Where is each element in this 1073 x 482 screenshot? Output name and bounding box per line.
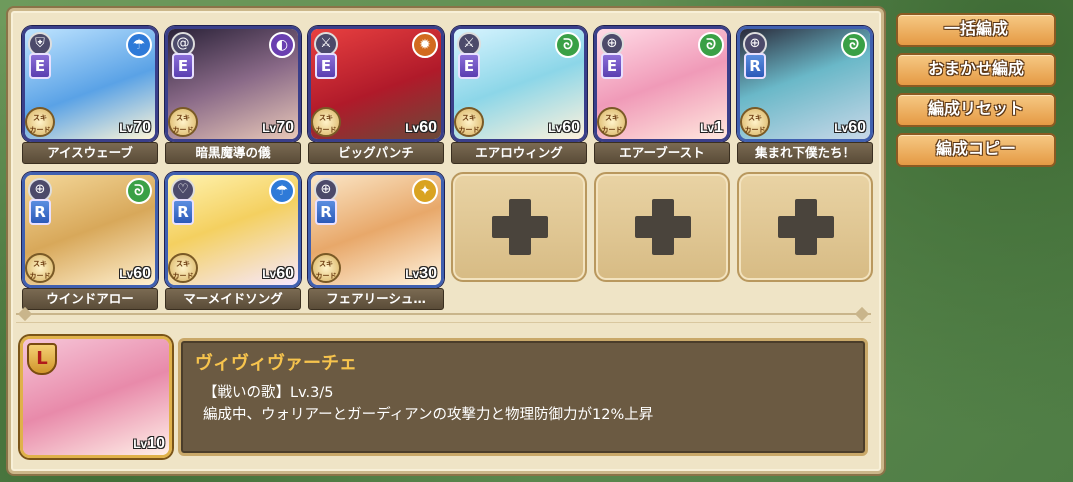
skill-card-badge: スキ カード: [168, 253, 198, 283]
empty-slot[interactable]: [451, 172, 587, 282]
character-card[interactable]: @ E ◐ スキ カード Lv70: [165, 26, 301, 142]
character-card[interactable]: ⊕ R ᘐ スキ カード Lv60: [22, 172, 158, 288]
member-slot-1[interactable]: ⛨ E ☂ スキ カード Lv70 アイスウェーブ: [22, 26, 158, 166]
rank-badge: R: [172, 199, 194, 225]
water-icon: ☂: [126, 32, 152, 58]
leader-skill-title: 【戦いの歌】Lv.3/5: [203, 385, 334, 401]
wind-icon: ᘐ: [841, 32, 867, 58]
level-label: Lv60: [119, 265, 151, 282]
reset-formation-button[interactable]: 編成リセット: [896, 93, 1056, 127]
leader-skill-description: 編成中、ウォリアーとガーディアンの攻撃力と物理防御力が12%上昇: [203, 407, 654, 423]
auto-formation-button[interactable]: おまかせ編成: [896, 53, 1056, 87]
leader-level-label: Lv10: [133, 435, 165, 452]
member-name: 暗黒魔導の儀: [165, 142, 301, 164]
wind-icon: ᘐ: [126, 178, 152, 204]
wind-icon: ᘐ: [555, 32, 581, 58]
water-icon: ☂: [269, 178, 295, 204]
rank-badge: E: [172, 53, 194, 79]
member-name: アイスウェーブ: [22, 142, 158, 164]
member-name: マーメイドソング: [165, 288, 301, 310]
member-name: ビッグパンチ: [308, 142, 444, 164]
character-card[interactable]: ⊕ R ᘐ スキ カード Lv60: [737, 26, 873, 142]
skill-card-badge: スキ カード: [25, 253, 55, 283]
level-label: Lv60: [405, 119, 437, 136]
skill-card-badge: スキ カード: [311, 253, 341, 283]
skill-card-badge: スキ カード: [311, 107, 341, 137]
rank-badge: E: [29, 53, 51, 79]
skill-card-badge: スキ カード: [740, 107, 770, 137]
member-slot-8[interactable]: ♡ R ☂ スキ カード Lv60 マーメイドソング: [165, 172, 301, 312]
empty-slot[interactable]: [737, 172, 873, 282]
member-slot-9[interactable]: ⊕ R ✦ スキ カード Lv30 フェアリーシュ…: [308, 172, 444, 312]
member-slot-4[interactable]: ⚔ E ᘐ スキ カード Lv60 エアロウィング: [451, 26, 587, 166]
character-card[interactable]: ⊕ E ᘐ スキ カード Lv1: [594, 26, 730, 142]
leader-skill-box: ヴィヴィヴァーチェ 【戦いの歌】Lv.3/5 編成中、ウォリアーとガーディアンの…: [178, 338, 868, 456]
leader-badge: L: [27, 343, 57, 375]
leader-name: ヴィヴィヴァーチェ: [195, 353, 357, 374]
level-label: Lv30: [405, 265, 437, 282]
skill-card-badge: スキ カード: [25, 107, 55, 137]
member-name: エアロウィング: [451, 142, 587, 164]
rank-badge: R: [315, 199, 337, 225]
member-name: フェアリーシュ…: [308, 288, 444, 310]
member-name: 集まれ下僕たち！: [737, 142, 873, 164]
member-slot-3[interactable]: ⚔ E ✹ スキ カード Lv60 ビッグパンチ: [308, 26, 444, 166]
rank-badge: R: [744, 53, 766, 79]
rank-badge: R: [29, 199, 51, 225]
member-slot-7[interactable]: ⊕ R ᘐ スキ カード Lv60 ウインドアロー: [22, 172, 158, 312]
level-label: Lv60: [548, 119, 580, 136]
fire-icon: ✹: [412, 32, 438, 58]
member-name: ウインドアロー: [22, 288, 158, 310]
character-card[interactable]: ♡ R ☂ スキ カード Lv60: [165, 172, 301, 288]
character-card[interactable]: ⛨ E ☂ スキ カード Lv70: [22, 26, 158, 142]
light-icon: ✦: [412, 178, 438, 204]
level-label: Lv70: [262, 119, 294, 136]
skill-card-badge: スキ カード: [454, 107, 484, 137]
section-divider: [16, 313, 871, 323]
bulk-formation-button[interactable]: 一括編成: [896, 13, 1056, 47]
rank-badge: E: [601, 53, 623, 79]
skill-card-badge: スキ カード: [168, 107, 198, 137]
level-label: Lv60: [262, 265, 294, 282]
rank-badge: E: [315, 53, 337, 79]
member-slot-5[interactable]: ⊕ E ᘐ スキ カード Lv1 エアーブースト: [594, 26, 730, 166]
character-card[interactable]: ⚔ E ✹ スキ カード Lv60: [308, 26, 444, 142]
character-card[interactable]: ⚔ E ᘐ スキ カード Lv60: [451, 26, 587, 142]
skill-card-badge: スキ カード: [597, 107, 627, 137]
member-name: エアーブースト: [594, 142, 730, 164]
wind-icon: ᘐ: [698, 32, 724, 58]
level-label: Lv60: [834, 119, 866, 136]
dark-icon: ◐: [269, 32, 295, 58]
level-label: Lv1: [700, 119, 723, 136]
empty-slot[interactable]: [594, 172, 730, 282]
copy-formation-button[interactable]: 編成コピー: [896, 133, 1056, 167]
rank-badge: E: [458, 53, 480, 79]
character-card[interactable]: ⊕ R ✦ スキ カード Lv30: [308, 172, 444, 288]
leader-card[interactable]: L Lv10: [20, 336, 172, 458]
member-slot-6[interactable]: ⊕ R ᘐ スキ カード Lv60 集まれ下僕たち！: [737, 26, 873, 166]
member-slot-2[interactable]: @ E ◐ スキ カード Lv70 暗黒魔導の儀: [165, 26, 301, 166]
level-label: Lv70: [119, 119, 151, 136]
